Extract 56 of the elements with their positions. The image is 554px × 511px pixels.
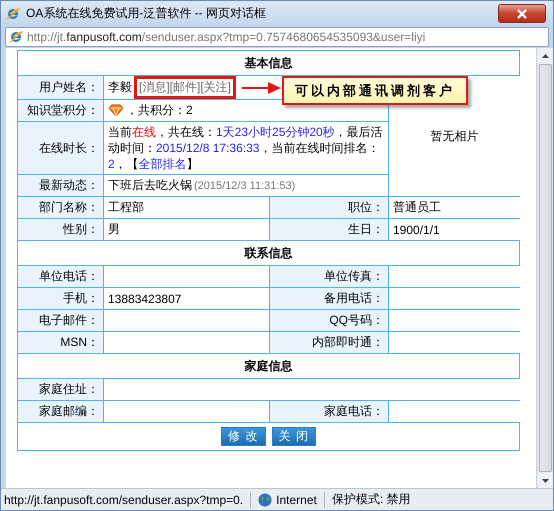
globe-icon: [258, 492, 272, 506]
field-label: 部门名称：: [39, 199, 99, 216]
field-label: 职位：: [348, 199, 384, 216]
online-summary: 当前在线，共在线：1天23小时25分钟20秒，最后活动时间：2015/12/8 17:36:33，当前在线时间排名： 2，【全部排名】: [108, 124, 384, 172]
scroll-up-icon: [542, 54, 548, 58]
protected-mode: 保护模式: 禁用: [332, 491, 411, 508]
scroll-down-icon: [542, 478, 548, 482]
timestamp: (2015/12/3 11:31:53): [194, 180, 296, 192]
action-link[interactable]: [消息]: [139, 79, 170, 96]
field-value: 工程部: [108, 199, 144, 216]
field-label: 知识堂积分：: [27, 102, 99, 119]
field-label: 单位传真：: [324, 268, 384, 285]
callout-arrow: [242, 81, 282, 95]
field-value: 下班后去吃火锅: [108, 177, 192, 194]
gem-icon: [108, 104, 124, 117]
callout-note: 可以内部通讯调剂客户: [282, 76, 468, 105]
close-icon: [515, 8, 529, 18]
window-title: OA系统在线免费试用-泛普软件 -- 网页对话框: [26, 5, 267, 22]
field-value: 13883423807: [108, 292, 182, 306]
field-label: QQ号码：: [329, 312, 384, 329]
scrollbar[interactable]: [536, 48, 553, 488]
no-photo-text: 暂无相片: [430, 128, 478, 144]
field-label: 家庭邮编：: [39, 403, 99, 420]
field-value: 1900/1/1: [393, 222, 440, 236]
field-label: 家庭电话：: [324, 403, 384, 420]
field-label: 单位电话：: [39, 268, 99, 285]
action-link[interactable]: [邮件]: [170, 79, 200, 96]
field-label: 在线时长：: [39, 140, 99, 156]
field-label: MSN：: [60, 334, 99, 351]
field-label: 手机：: [63, 290, 99, 307]
close-button[interactable]: [498, 4, 546, 23]
close-dialog-button[interactable]: 关 闭: [272, 427, 316, 446]
field-value: 李毅: [108, 79, 132, 96]
field-label: 家庭住址：: [39, 381, 99, 398]
browser-icon: [6, 6, 20, 20]
field-label: 备用电话：: [324, 290, 384, 307]
edit-button[interactable]: 修 改: [221, 427, 266, 446]
field-label: 内部即时通：: [312, 334, 384, 351]
security-zone: Internet: [276, 492, 317, 506]
address-field[interactable]: http://jt.fanpusoft.com/senduser.aspx?tmp=0.7574680654535093&user=liyi: [5, 27, 549, 47]
field-label: 电子邮件：: [39, 312, 99, 329]
field-label: 最新动态：: [39, 177, 99, 194]
ranking-link[interactable]: 全部排名: [138, 157, 187, 171]
section-title: 基本信息: [244, 54, 292, 72]
field-label: 生日：: [348, 221, 384, 238]
page-icon: [9, 30, 23, 44]
field-label: 性别：: [63, 221, 99, 238]
field-value: 普通员工: [393, 199, 441, 216]
action-link[interactable]: [关注]: [200, 79, 232, 96]
field-label: 用户姓名：: [39, 79, 99, 96]
field-value: 男: [108, 221, 120, 238]
section-title: 联系信息: [244, 244, 292, 262]
status-url: http://jt.fanpusoft.com/senduser.aspx?tmp=0.: [4, 492, 244, 506]
section-title: 家庭信息: [244, 358, 292, 374]
address-url: http://jt.fanpusoft.com/senduser.aspx?tmp=0.7574680654535093&user=liyi: [27, 30, 426, 44]
field-value: ，共积分：2: [126, 102, 193, 119]
